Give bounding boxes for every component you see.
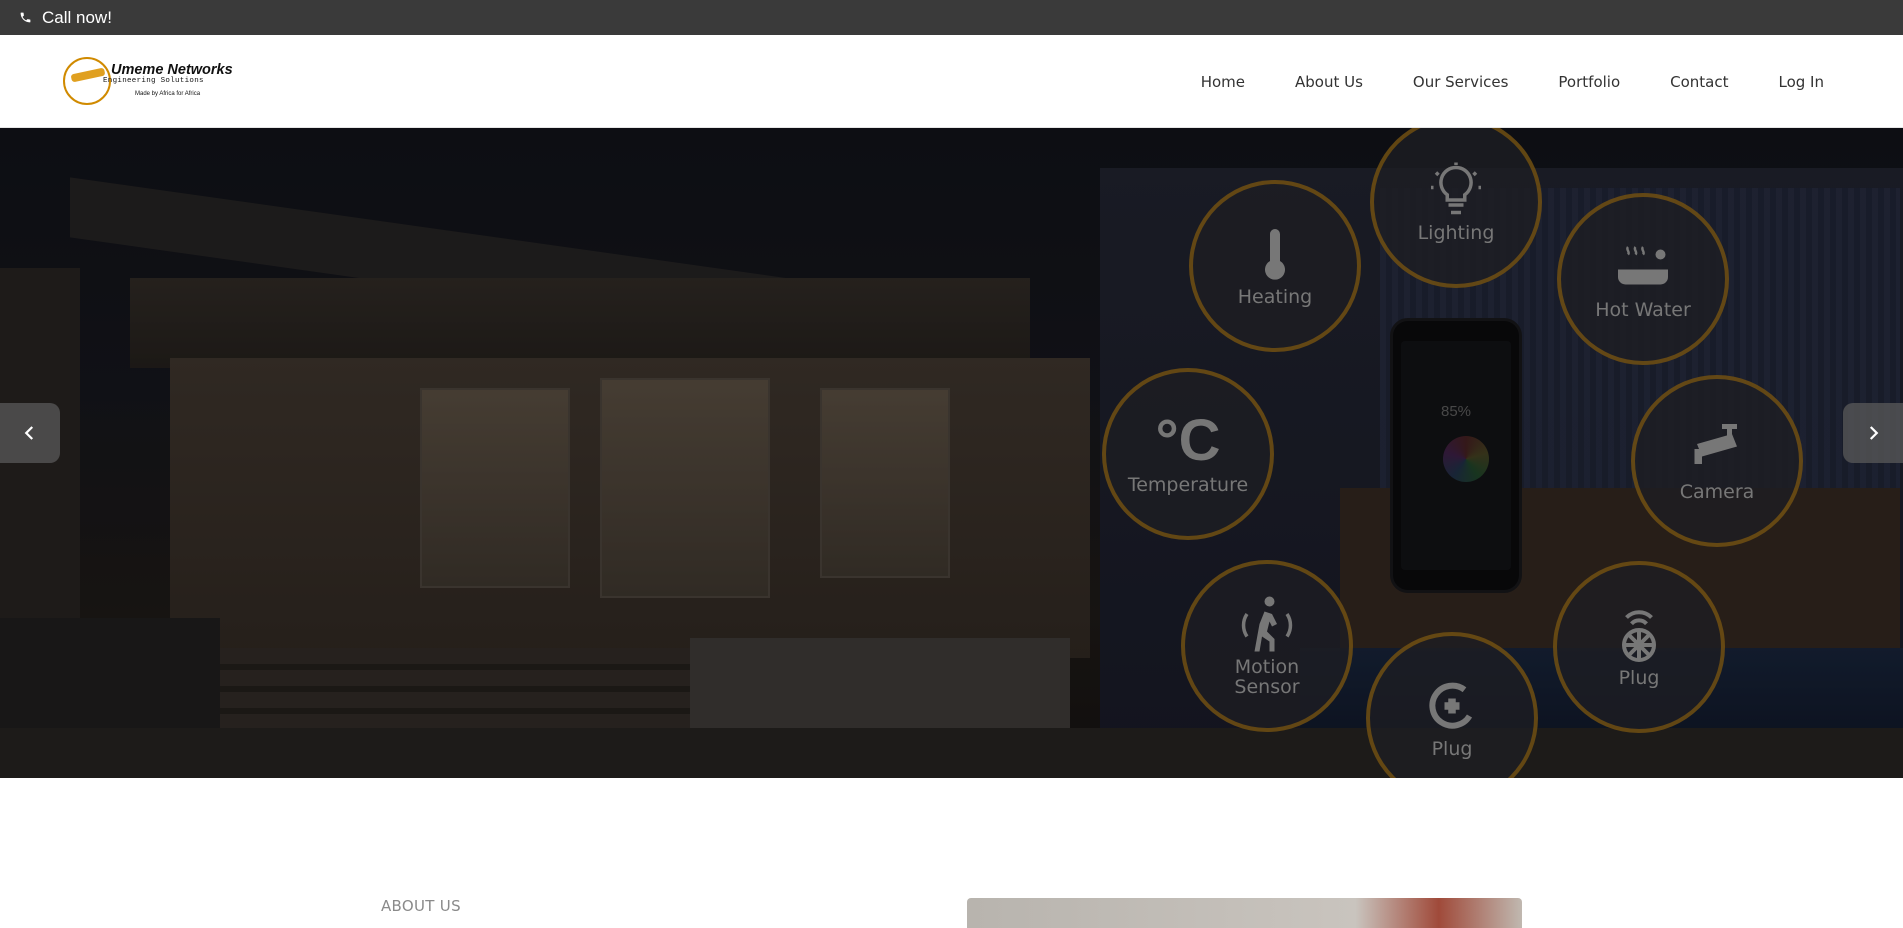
logo[interactable]: Umeme Networks Engineering Solutions Mad… [63,57,233,107]
call-now-link[interactable]: Call now! [19,0,112,35]
feature-label: Plug [1431,738,1473,761]
feature-label: Heating [1237,286,1313,309]
walking-person-icon [1241,596,1293,652]
feature-label: Temperature [1127,474,1249,497]
logo-brand: Umeme Networks [111,62,233,78]
lightbulb-icon [1431,162,1481,215]
chevron-right-icon [1869,426,1879,440]
nav-contact[interactable]: Contact [1670,73,1728,91]
feature-smart-plug: Plug [1553,561,1725,733]
main-navbar: Umeme Networks Engineering Solutions Mad… [0,35,1903,128]
smart-plug-icon [1622,610,1656,663]
hero-slider: 85% Lighting Heating Hot Water °C Temper… [0,128,1903,778]
feature-label: Plug [1618,667,1660,690]
phone-icon [20,12,31,23]
call-now-label: Call now! [42,7,112,27]
hot-tub-icon [1618,246,1668,285]
security-camera-icon [1694,424,1737,465]
feature-label: Motion Sensor [1234,656,1300,698]
nav-log-in[interactable]: Log In [1779,73,1825,91]
logo-motto: Made by Africa for Africa [135,91,201,97]
feature-hot-water: Hot Water [1557,193,1729,365]
chevron-left-icon [24,426,34,440]
logo-tagline: Engineering Solutions [103,77,204,85]
nav-home[interactable]: Home [1201,73,1245,91]
plug-icon [1429,682,1473,729]
celsius-icon: °C [1155,408,1221,474]
slider-prev-button[interactable] [0,403,60,463]
top-bar: Call now! [0,0,1903,35]
feature-temperature: °C Temperature [1102,368,1274,540]
about-us-label: ABOUT US [381,897,461,915]
about-image [967,898,1522,928]
nav-portfolio[interactable]: Portfolio [1558,73,1620,91]
slider-next-button[interactable] [1843,403,1903,463]
feature-camera: Camera [1631,375,1803,547]
feature-label: Lighting [1417,222,1495,245]
feature-label: Hot Water [1595,299,1691,322]
feature-heating: Heating [1189,180,1361,352]
nav-about-us[interactable]: About Us [1295,73,1363,91]
feature-motion-sensor: Motion Sensor [1181,560,1353,732]
feature-label: Camera [1679,481,1755,504]
thermometer-icon [1265,229,1285,280]
nav-menu: Home About Us Our Services Portfolio Con… [1201,35,1824,128]
nav-our-services[interactable]: Our Services [1413,73,1509,91]
